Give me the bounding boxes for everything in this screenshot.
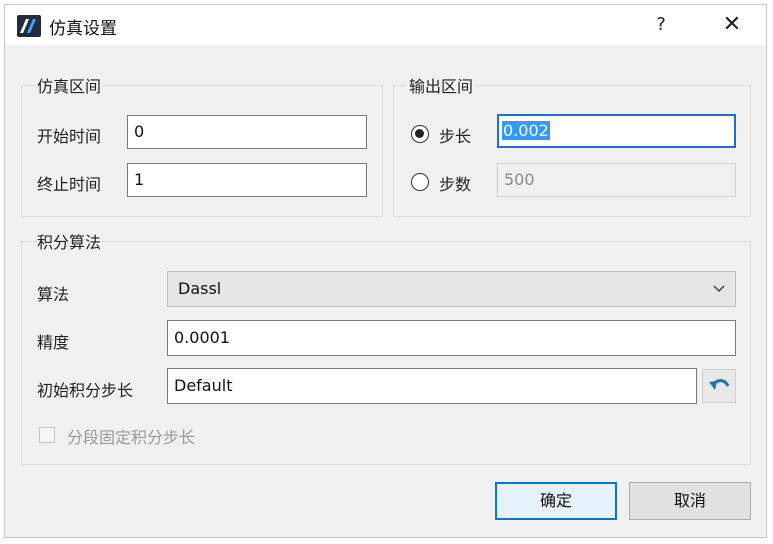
help-button[interactable]: ?: [647, 11, 675, 39]
end-time-input[interactable]: 1: [127, 163, 367, 197]
output-interval-group: [393, 85, 751, 217]
integration-title: 积分算法: [35, 229, 104, 253]
step-count-label: 步数: [439, 175, 472, 194]
end-time-label: 终止时间: [37, 175, 102, 194]
window-title: 仿真设置: [49, 19, 117, 39]
close-button[interactable]: ✕: [717, 11, 747, 39]
app-logo-icon: [17, 15, 41, 37]
sim-interval-group: [21, 85, 383, 217]
algorithm-value: Dassl: [178, 279, 222, 298]
fixed-step-label: 分段固定积分步长: [67, 428, 196, 447]
algorithm-select[interactable]: Dassl: [167, 271, 736, 307]
algorithm-label: 算法: [37, 285, 70, 304]
fixed-step-checkbox: [39, 427, 55, 443]
step-size-radio[interactable]: [411, 125, 429, 143]
output-interval-title: 输出区间: [407, 73, 476, 97]
step-count-input: 500: [497, 163, 736, 197]
start-time-input[interactable]: 0: [127, 115, 367, 149]
start-time-label: 开始时间: [37, 127, 102, 146]
sim-interval-title: 仿真区间: [35, 73, 104, 97]
initial-step-input[interactable]: Default: [167, 368, 697, 404]
step-size-input[interactable]: 0.002: [497, 114, 736, 148]
simulation-settings-dialog: 仿真设置 ? ✕ 仿真区间 开始时间 0 终止时间 1 输出区间 步长 0.00…: [4, 4, 767, 538]
ok-button[interactable]: 确定: [495, 482, 617, 520]
initial-step-label: 初始积分步长: [37, 381, 134, 400]
undo-arrow-icon: [709, 379, 730, 390]
reset-initial-step-button[interactable]: [702, 369, 736, 403]
step-size-label: 步长: [439, 127, 472, 146]
chevron-down-icon: [713, 272, 725, 319]
step-count-radio[interactable]: [411, 173, 429, 191]
cancel-button[interactable]: 取消: [629, 482, 751, 520]
precision-label: 精度: [37, 333, 70, 352]
step-size-selected-text: 0.002: [502, 121, 550, 140]
precision-input[interactable]: 0.0001: [167, 320, 736, 356]
title-bar: 仿真设置 ? ✕: [5, 5, 766, 45]
